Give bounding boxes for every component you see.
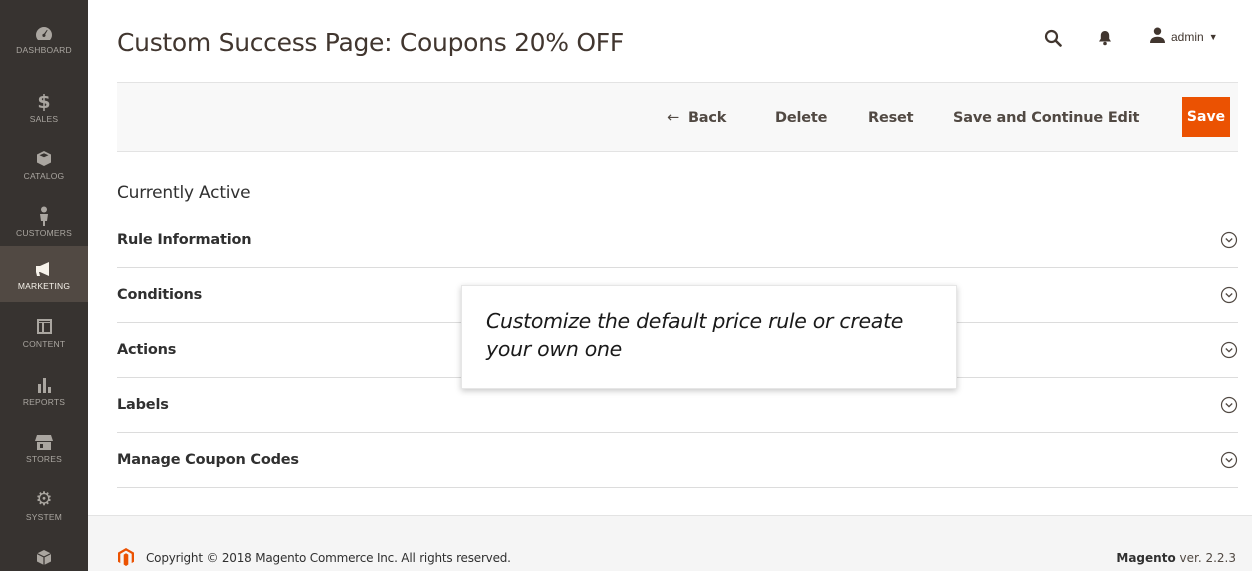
sidebar-item-label: MARKETING bbox=[17, 280, 71, 291]
chevron-down-circle-icon bbox=[1220, 286, 1238, 304]
page-actions-bar: ← Back Delete Reset Save and Continue Ed… bbox=[117, 82, 1238, 152]
brand-name: Magento bbox=[1116, 551, 1176, 565]
tooltip-line-1: Customize the default price rule or crea… bbox=[486, 309, 904, 333]
section-title: Actions bbox=[117, 342, 177, 358]
sidebar-item-reports[interactable]: REPORTS bbox=[0, 362, 88, 418]
sidebar-item-label: DASHBOARD bbox=[16, 44, 72, 55]
sidebar-item-label: SYSTEM bbox=[25, 511, 63, 522]
sidebar-item-label: SALES bbox=[29, 113, 59, 124]
section-title: Manage Coupon Codes bbox=[117, 452, 299, 468]
sidebar-item-label: REPORTS bbox=[22, 396, 66, 407]
chevron-down-circle-icon bbox=[1220, 396, 1238, 414]
gear-icon: ⚙ bbox=[35, 489, 53, 510]
chevron-down-circle-icon bbox=[1220, 341, 1238, 359]
admin-username: admin bbox=[1171, 29, 1204, 44]
reset-button[interactable]: Reset bbox=[868, 83, 914, 153]
sidebar-item-label: CONTENT bbox=[22, 338, 66, 349]
tooltip-line-2: your own one bbox=[486, 337, 622, 361]
sidebar-item-label: CUSTOMERS bbox=[16, 227, 72, 238]
tutorial-tooltip: Customize the default price rule or crea… bbox=[461, 285, 957, 389]
admin-user-menu[interactable]: admin ▼ bbox=[1150, 27, 1218, 46]
back-button[interactable]: ← Back bbox=[667, 83, 726, 153]
page-footer: Copyright © 2018 Magento Commerce Inc. A… bbox=[88, 515, 1252, 571]
sidebar-item-label: CATALOG bbox=[23, 170, 65, 181]
save-and-continue-button[interactable]: Save and Continue Edit bbox=[953, 83, 1139, 153]
bar-chart-icon bbox=[32, 374, 56, 396]
sidebar-item-sales[interactable]: $ SALES bbox=[0, 79, 88, 135]
dashboard-icon bbox=[32, 22, 56, 44]
sidebar-item-marketing[interactable]: MARKETING bbox=[0, 246, 88, 302]
section-manage-coupon-codes[interactable]: Manage Coupon Codes bbox=[117, 433, 1238, 488]
sidebar-item-stores[interactable]: STORES bbox=[0, 419, 88, 475]
save-button[interactable]: Save bbox=[1182, 97, 1230, 137]
layout-icon bbox=[32, 316, 56, 338]
rule-status: Currently Active bbox=[117, 183, 251, 203]
sidebar-item-dashboard[interactable]: DASHBOARD bbox=[0, 10, 88, 66]
back-label: Back bbox=[687, 110, 727, 126]
chevron-down-circle-icon bbox=[1220, 451, 1238, 469]
delete-button[interactable]: Delete bbox=[775, 83, 827, 153]
user-icon bbox=[1150, 27, 1165, 46]
chevron-down-circle-icon bbox=[1220, 231, 1238, 249]
sidebar-item-content[interactable]: CONTENT bbox=[0, 304, 88, 360]
sidebar-item-catalog[interactable]: CATALOG bbox=[0, 136, 88, 192]
admin-sidebar: DASHBOARD $ SALES CATALOG CUSTOMERS MARK… bbox=[0, 0, 88, 571]
megaphone-icon bbox=[32, 258, 56, 280]
section-rule-information[interactable]: Rule Information bbox=[117, 213, 1238, 268]
person-icon bbox=[32, 205, 56, 227]
search-icon[interactable] bbox=[1044, 29, 1062, 52]
copyright-text: Copyright © 2018 Magento Commerce Inc. A… bbox=[146, 551, 511, 565]
dollar-icon: $ bbox=[37, 90, 51, 113]
arrow-left-icon: ← bbox=[667, 110, 679, 126]
box-icon bbox=[32, 547, 56, 569]
section-title: Conditions bbox=[117, 287, 203, 303]
chevron-down-icon: ▼ bbox=[1208, 31, 1218, 42]
version-number: ver. 2.2.3 bbox=[1179, 551, 1236, 565]
sidebar-item-label: STORES bbox=[26, 453, 62, 464]
magento-logo-icon bbox=[118, 548, 134, 571]
version-info: Magento ver. 2.2.3 bbox=[1116, 551, 1236, 565]
cube-icon bbox=[32, 148, 56, 170]
sidebar-item-customers[interactable]: CUSTOMERS bbox=[0, 193, 88, 249]
sidebar-item-system[interactable]: ⚙ SYSTEM bbox=[0, 477, 88, 533]
section-title: Rule Information bbox=[117, 232, 252, 248]
sidebar-item-partners[interactable] bbox=[0, 530, 88, 586]
store-icon bbox=[32, 431, 56, 453]
page-title: Custom Success Page: Coupons 20% OFF bbox=[117, 28, 624, 57]
section-title: Labels bbox=[117, 397, 169, 413]
bell-icon[interactable] bbox=[1098, 30, 1112, 51]
